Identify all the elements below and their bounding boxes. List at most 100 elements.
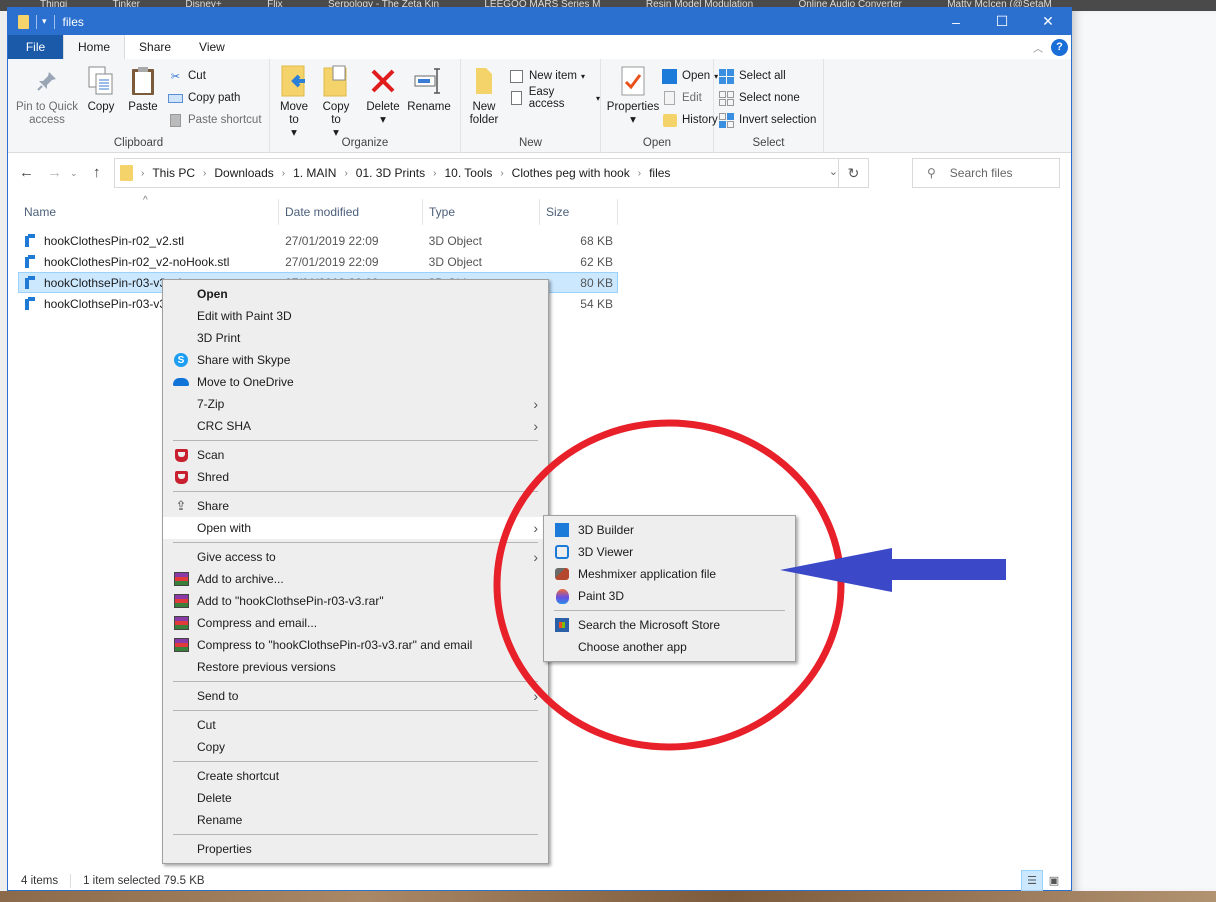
menu-item-compress-to-rar-and-email[interactable]: Compress to "hookClothsePin-r03-v3.rar" … xyxy=(163,634,548,656)
group-label-organize: Organize xyxy=(341,137,389,149)
breadcrumb-main[interactable]: 1. MAIN xyxy=(293,166,336,180)
new-group: New folder New item ▾ Easy access ▾ New xyxy=(461,59,601,153)
column-header-name[interactable]: Name ^ xyxy=(18,195,279,225)
minimize-button[interactable]: – xyxy=(933,8,979,35)
group-label-select: Select xyxy=(752,137,785,149)
breadcrumb-clothes-peg[interactable]: Clothes peg with hook xyxy=(512,166,630,180)
divider xyxy=(70,873,72,888)
menu-item-crc-sha[interactable]: CRC SHA › xyxy=(163,415,548,437)
delete-button[interactable]: Delete ▾ xyxy=(365,65,401,127)
rename-button[interactable]: Rename xyxy=(407,65,451,114)
copy-button[interactable]: Copy xyxy=(86,65,116,114)
menu-item-copy[interactable]: Copy xyxy=(163,736,548,758)
file-row[interactable]: hookClothesPin-r02_v2.stl 27/01/2019 22:… xyxy=(18,230,618,251)
up-arrow-icon[interactable]: ↑ xyxy=(93,164,101,181)
breadcrumb-3d-prints[interactable]: 01. 3D Prints xyxy=(356,166,425,180)
new-folder-button[interactable]: New folder xyxy=(467,65,501,127)
tab-share[interactable]: Share xyxy=(125,35,186,59)
new-item-button[interactable]: New item ▾ xyxy=(509,66,585,86)
select-none-button[interactable]: Select none xyxy=(719,88,800,108)
file-name: hookClothsePin-r03-v3.stl xyxy=(44,275,182,290)
address-bar[interactable]: › This PC › Downloads › 1. MAIN › 01. 3D… xyxy=(114,158,869,188)
menu-separator xyxy=(173,834,538,835)
recent-locations-chevron-icon[interactable]: ⌄ xyxy=(70,168,78,179)
search-box[interactable]: ⚲ xyxy=(912,158,1060,188)
open-with-3d-builder[interactable]: 3D Builder xyxy=(544,519,795,541)
menu-item-properties[interactable]: Properties xyxy=(163,838,548,860)
properties-button[interactable]: Properties ▾ xyxy=(607,65,659,127)
search-input[interactable] xyxy=(949,166,1050,180)
submenu-chevron-icon: › xyxy=(533,520,538,536)
open-button[interactable]: Open ▾ xyxy=(662,66,718,86)
move-to-button[interactable]: Move to ▾ xyxy=(278,65,310,140)
open-with-paint-3d[interactable]: Paint 3D xyxy=(544,585,795,607)
history-button[interactable]: History xyxy=(662,110,718,130)
file-row[interactable]: hookClothesPin-r02_v2-noHook.stl 27/01/2… xyxy=(18,251,618,272)
menu-item-restore-previous-versions[interactable]: Restore previous versions xyxy=(163,656,548,678)
tab-file[interactable]: File xyxy=(8,35,63,59)
refresh-icon[interactable]: ↻ xyxy=(838,159,868,187)
copy-to-button[interactable]: Copy to ▾ xyxy=(320,65,352,140)
edit-button[interactable]: Edit xyxy=(662,88,702,108)
menu-item-compress-and-email[interactable]: Compress and email... xyxy=(163,612,548,634)
menu-item-cut[interactable]: Cut xyxy=(163,714,548,736)
paste-icon xyxy=(128,65,158,97)
ribbon-tabs: File Home Share View ︿ ? xyxy=(8,35,1071,59)
menu-separator xyxy=(173,681,538,682)
menu-item-edit-with-paint-3d[interactable]: Edit with Paint 3D xyxy=(163,305,548,327)
breadcrumb-downloads[interactable]: Downloads xyxy=(214,166,273,180)
menu-item-create-shortcut[interactable]: Create shortcut xyxy=(163,765,548,787)
details-view-icon[interactable]: ☰ xyxy=(1021,870,1043,891)
collapse-ribbon-icon[interactable]: ︿ xyxy=(1033,40,1043,55)
pin-to-quick-access-button[interactable]: Pin to Quick access xyxy=(13,65,81,127)
maximize-button[interactable]: ☐ xyxy=(979,8,1025,35)
menu-item-give-access-to[interactable]: Give access to › xyxy=(163,546,548,568)
menu-item-3d-print[interactable]: 3D Print xyxy=(163,327,548,349)
cut-button[interactable]: ✂ Cut xyxy=(168,66,206,86)
menu-item-send-to[interactable]: Send to › xyxy=(163,685,548,707)
menu-item-delete[interactable]: Delete xyxy=(163,787,548,809)
open-with-meshmixer[interactable]: Meshmixer application file xyxy=(544,563,795,585)
menu-item-7-zip[interactable]: 7-Zip › xyxy=(163,393,548,415)
tab-view[interactable]: View xyxy=(185,35,239,59)
menu-item-add-to-archive[interactable]: Add to archive... xyxy=(163,568,548,590)
quick-access-toolbar-dropdown-icon[interactable]: ▾ xyxy=(42,16,47,27)
tab-home[interactable]: Home xyxy=(63,35,126,59)
close-button[interactable]: ✕ xyxy=(1025,8,1071,35)
breadcrumb-this-pc[interactable]: This PC xyxy=(152,166,195,180)
file-size: 62 KB xyxy=(580,254,613,269)
menu-item-open[interactable]: Open xyxy=(163,283,548,305)
menu-separator xyxy=(173,491,538,492)
paste-shortcut-button[interactable]: Paste shortcut xyxy=(168,110,262,130)
open-with-search-microsoft-store[interactable]: Search the Microsoft Store xyxy=(544,614,795,636)
column-header-date-modified[interactable]: Date modified xyxy=(279,199,423,225)
breadcrumb-tools[interactable]: 10. Tools xyxy=(445,166,493,180)
copy-path-button[interactable]: Copy path xyxy=(168,88,240,108)
column-header-type[interactable]: Type xyxy=(423,199,540,225)
menu-item-shred[interactable]: Shred xyxy=(163,466,548,488)
open-with-choose-another-app[interactable]: Choose another app xyxy=(544,636,795,658)
select-all-button[interactable]: Select all xyxy=(719,66,786,86)
menu-item-open-with[interactable]: Open with › xyxy=(163,517,548,539)
forward-arrow-icon[interactable]: → xyxy=(47,164,62,181)
menu-item-rename[interactable]: Rename xyxy=(163,809,548,831)
menu-item-add-to-rar[interactable]: Add to "hookClothsePin-r03-v3.rar" xyxy=(163,590,548,612)
invert-selection-button[interactable]: Invert selection xyxy=(719,110,816,130)
menu-item-move-to-onedrive[interactable]: Move to OneDrive xyxy=(163,371,548,393)
help-icon[interactable]: ? xyxy=(1051,38,1068,56)
select-group: Select all Select none Invert selection … xyxy=(714,59,824,153)
open-with-3d-viewer[interactable]: 3D Viewer xyxy=(544,541,795,563)
back-arrow-icon[interactable]: ← xyxy=(19,164,34,181)
address-dropdown-chevron-icon[interactable]: ⌄ xyxy=(829,165,838,178)
3d-object-file-icon xyxy=(25,276,37,289)
large-icons-view-icon[interactable]: ▣ xyxy=(1043,870,1065,891)
column-headers: Name ^ Date modified Type Size xyxy=(18,195,618,225)
column-header-size[interactable]: Size xyxy=(540,199,618,225)
easy-access-button[interactable]: Easy access ▾ xyxy=(509,86,600,110)
paste-button[interactable]: Paste xyxy=(126,65,160,114)
scissors-icon: ✂ xyxy=(170,70,181,83)
menu-item-scan[interactable]: Scan xyxy=(163,444,548,466)
breadcrumb-files[interactable]: files xyxy=(649,166,670,180)
menu-item-share[interactable]: ⇪ Share xyxy=(163,495,548,517)
menu-item-share-with-skype[interactable]: S Share with Skype xyxy=(163,349,548,371)
